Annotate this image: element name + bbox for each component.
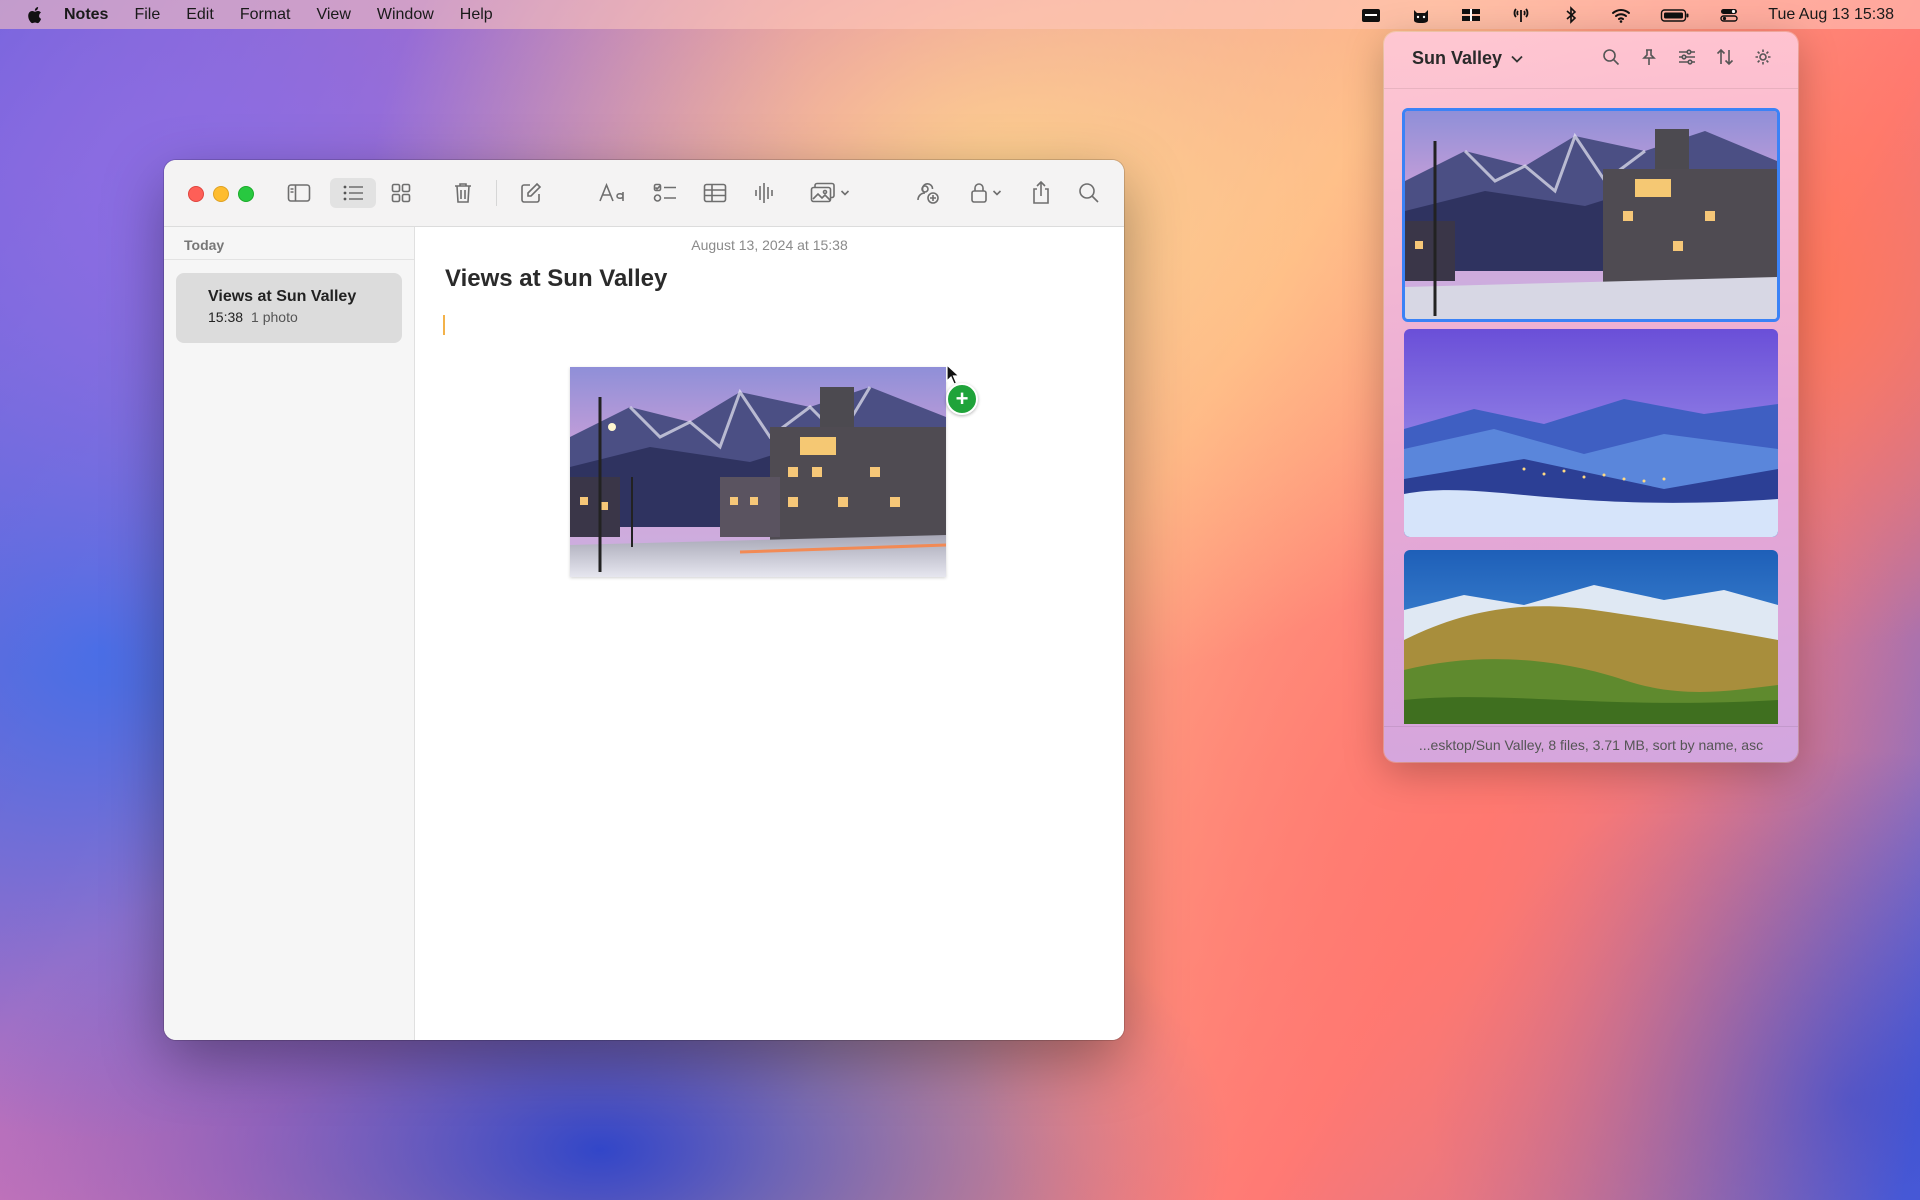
photo-icon bbox=[810, 182, 835, 203]
audio-button[interactable] bbox=[748, 178, 782, 208]
gear-icon[interactable] bbox=[1754, 48, 1772, 66]
file-thumbnail[interactable] bbox=[1404, 550, 1778, 724]
section-divider bbox=[164, 259, 414, 260]
file-browser-panel: Sun Valley ...esktop/Sun Valley, 8 files… bbox=[1384, 32, 1798, 762]
sort-arrows-icon[interactable] bbox=[1716, 48, 1734, 66]
menu-window[interactable]: Window bbox=[377, 6, 434, 24]
filter-sliders-icon[interactable] bbox=[1678, 48, 1696, 66]
note-photo-attachment[interactable] bbox=[570, 367, 946, 577]
collaborate-button[interactable] bbox=[910, 178, 944, 208]
list-view-button[interactable] bbox=[330, 178, 376, 208]
note-item-title: Views at Sun Valley bbox=[208, 288, 357, 305]
chevron-down-icon bbox=[992, 190, 1002, 196]
collaborate-icon bbox=[917, 183, 939, 204]
notes-list-sidebar: Today Views at Sun Valley 15:38 1 photo bbox=[164, 227, 415, 1040]
table-button[interactable] bbox=[698, 178, 732, 208]
menu-extras: Tue Aug 13 15:38 bbox=[1360, 0, 1894, 29]
format-button[interactable] bbox=[592, 178, 632, 208]
control-center-icon[interactable] bbox=[1718, 6, 1740, 24]
toolbar-separator bbox=[496, 180, 497, 206]
lock-button[interactable] bbox=[964, 178, 1008, 208]
chevron-down-icon bbox=[1511, 55, 1523, 63]
notes-window: Today Views at Sun Valley 15:38 1 photo A… bbox=[164, 160, 1124, 1040]
minimize-button[interactable] bbox=[213, 186, 229, 202]
mountain-village-thumbnail bbox=[1405, 111, 1777, 319]
menu-view[interactable]: View bbox=[316, 6, 350, 24]
bluetooth-icon[interactable] bbox=[1560, 5, 1582, 24]
golden-hills-thumbnail bbox=[1404, 550, 1778, 724]
apple-icon[interactable] bbox=[26, 6, 42, 24]
antenna-icon[interactable] bbox=[1510, 6, 1532, 24]
sidebar-icon bbox=[287, 184, 311, 202]
text-caret bbox=[443, 315, 445, 335]
cat-icon[interactable] bbox=[1410, 6, 1432, 24]
search-button[interactable] bbox=[1072, 178, 1106, 208]
search-icon bbox=[1079, 183, 1099, 203]
compose-icon bbox=[521, 182, 542, 203]
section-header-today: Today bbox=[184, 237, 225, 253]
menu-edit[interactable]: Edit bbox=[186, 6, 214, 24]
menu-clock[interactable]: Tue Aug 13 15:38 bbox=[1768, 6, 1894, 24]
menu-bar: Notes File Edit Format View Window Help … bbox=[0, 0, 1920, 29]
note-editor[interactable]: August 13, 2024 at 15:38 Views at Sun Va… bbox=[415, 227, 1124, 1040]
menu-file[interactable]: File bbox=[134, 6, 160, 24]
menu-format[interactable]: Format bbox=[240, 6, 291, 24]
menu-help[interactable]: Help bbox=[460, 6, 493, 24]
note-title[interactable]: Views at Sun Valley bbox=[445, 265, 667, 293]
zoom-button[interactable] bbox=[238, 186, 254, 202]
note-item-meta: 1 photo bbox=[251, 309, 298, 325]
lock-icon bbox=[971, 183, 987, 203]
file-thumbnail[interactable] bbox=[1404, 329, 1778, 537]
trash-icon bbox=[455, 183, 471, 203]
share-icon bbox=[1033, 181, 1049, 204]
list-icon bbox=[343, 185, 363, 201]
note-item-subtitle: 15:38 1 photo bbox=[208, 309, 298, 325]
file-thumbnail-selected[interactable] bbox=[1402, 108, 1780, 322]
media-button[interactable] bbox=[804, 178, 856, 208]
table-icon bbox=[703, 183, 727, 203]
panel-toolbar bbox=[1602, 48, 1772, 66]
panel-header-divider bbox=[1384, 88, 1798, 89]
note-item-time: 15:38 bbox=[208, 309, 244, 325]
chevron-down-icon bbox=[840, 190, 850, 196]
copy-plus-badge-icon: + bbox=[946, 383, 978, 415]
text-format-icon bbox=[599, 183, 624, 202]
wifi-icon[interactable] bbox=[1610, 6, 1632, 24]
snowy-valley-night-thumbnail bbox=[1404, 329, 1778, 537]
close-button[interactable] bbox=[188, 186, 204, 202]
panel-status-footer: ...esktop/Sun Valley, 8 files, 3.71 MB, … bbox=[1384, 726, 1798, 762]
share-button[interactable] bbox=[1024, 178, 1058, 208]
waveform-icon bbox=[755, 183, 773, 203]
mountain-village-image bbox=[570, 367, 946, 577]
folder-title-label: Sun Valley bbox=[1412, 48, 1503, 68]
grid-icon bbox=[391, 183, 411, 203]
bookshelf-icon[interactable] bbox=[1460, 6, 1482, 24]
new-note-button[interactable] bbox=[514, 178, 548, 208]
search-icon[interactable] bbox=[1602, 48, 1620, 66]
gallery-view-button[interactable] bbox=[384, 178, 418, 208]
folder-title[interactable]: Sun Valley bbox=[1412, 48, 1524, 69]
note-list-item[interactable]: Views at Sun Valley 15:38 1 photo bbox=[176, 273, 402, 343]
checklist-button[interactable] bbox=[648, 178, 682, 208]
sidebar-toggle-button[interactable] bbox=[282, 178, 316, 208]
drawer-icon[interactable] bbox=[1360, 6, 1382, 24]
delete-button[interactable] bbox=[446, 178, 480, 208]
checklist-icon bbox=[653, 183, 676, 202]
menu-app-notes[interactable]: Notes bbox=[64, 6, 108, 24]
note-date: August 13, 2024 at 15:38 bbox=[691, 237, 848, 253]
pin-icon[interactable] bbox=[1640, 48, 1658, 66]
toolbar bbox=[164, 160, 1124, 227]
battery-icon[interactable] bbox=[1660, 6, 1690, 24]
